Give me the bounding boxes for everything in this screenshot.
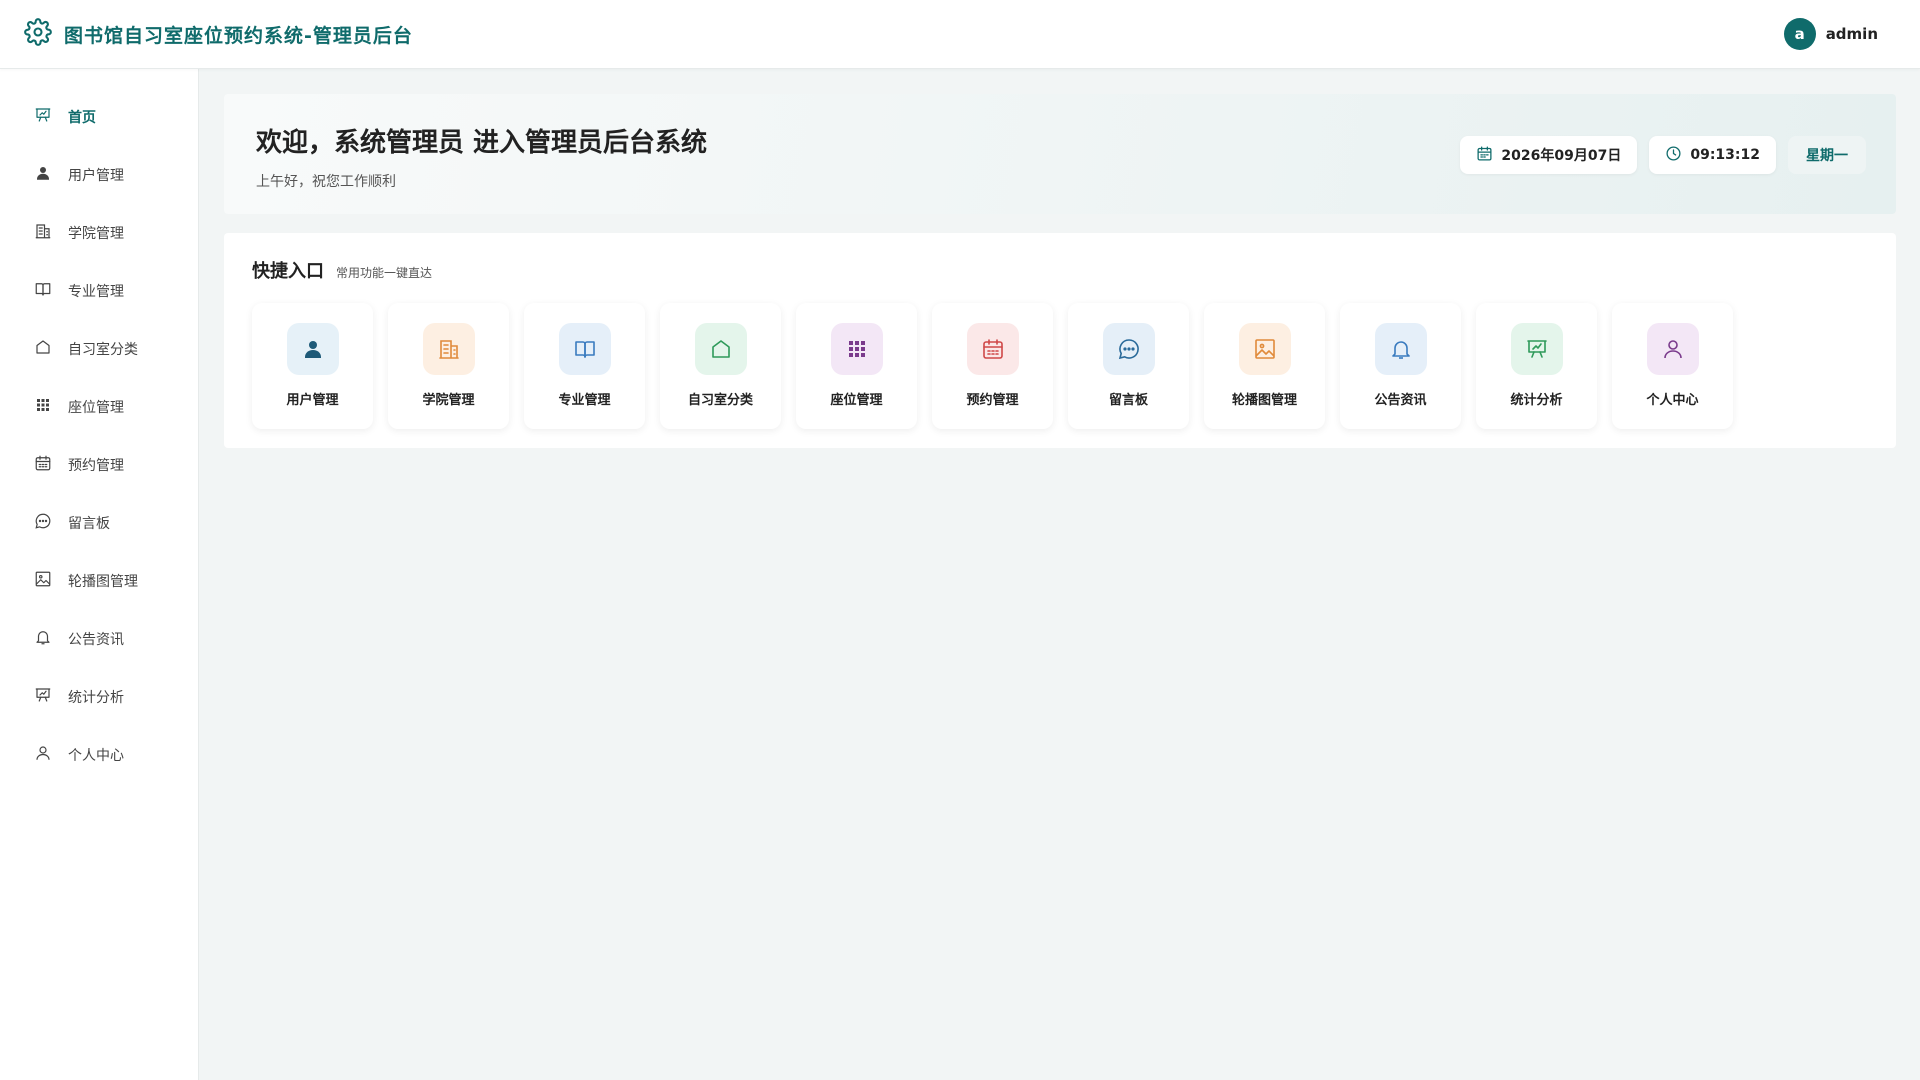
grid-icon — [830, 323, 883, 375]
quick-access-label: 座位管理 — [830, 393, 883, 408]
sidebar-item-label: 统计分析 — [68, 690, 124, 706]
sidebar-item[interactable]: 学院管理 — [0, 204, 198, 262]
time-text: 09:13:12 — [1690, 147, 1760, 163]
sidebar-item-label: 公告资讯 — [68, 632, 124, 648]
sidebar-item[interactable]: 留言板 — [0, 494, 198, 552]
home-icon — [694, 323, 747, 375]
username[interactable]: admin — [1826, 25, 1878, 43]
app-title: 图书馆自习室座位预约系统-管理员后台 — [64, 24, 413, 47]
sidebar-item[interactable]: 轮播图管理 — [0, 552, 198, 610]
brand: 图书馆自习室座位预约系统-管理员后台 — [24, 18, 413, 50]
image-icon — [34, 570, 52, 592]
avatar[interactable]: a — [1783, 18, 1816, 50]
welcome-banner: 欢迎，系统管理员 进入管理员后台系统 上午好，祝您工作顺利 2026年09月07… — [224, 94, 1896, 214]
quick-access-label: 预约管理 — [966, 393, 1019, 408]
welcome-subtitle: 上午好，祝您工作顺利 — [256, 174, 396, 190]
datetime-chips: 2026年09月07日 09:13:12 星期一 — [1460, 136, 1866, 174]
presentation-chart-icon — [1510, 323, 1563, 375]
user-icon — [34, 164, 52, 186]
sidebar-item[interactable]: 专业管理 — [0, 262, 198, 320]
person-outline-icon — [34, 744, 52, 766]
quick-access-title: 快捷入口 — [252, 261, 324, 282]
weekday-chip: 星期一 — [1788, 136, 1866, 174]
sidebar-item-label: 专业管理 — [68, 284, 124, 300]
user-menu[interactable]: a admin — [1783, 18, 1878, 50]
book-icon — [34, 280, 52, 302]
quick-access-card[interactable]: 自习室分类 — [660, 303, 781, 429]
calendar-icon — [34, 454, 52, 476]
quick-access-card[interactable]: 轮播图管理 — [1204, 303, 1325, 429]
quick-access-label: 统计分析 — [1510, 393, 1563, 408]
clock-icon — [1665, 145, 1690, 166]
chat-icon — [1102, 323, 1155, 375]
sidebar-item[interactable]: 公告资讯 — [0, 610, 198, 668]
sidebar-item[interactable]: 用户管理 — [0, 146, 198, 204]
quick-access-card[interactable]: 留言板 — [1068, 303, 1189, 429]
presentation-chart-icon — [34, 106, 52, 128]
quick-access-card[interactable]: 专业管理 — [524, 303, 645, 429]
building-icon — [422, 323, 475, 375]
date-text: 2026年09月07日 — [1501, 148, 1622, 164]
quick-access-label: 专业管理 — [558, 393, 611, 408]
sidebar-item-label: 轮播图管理 — [68, 574, 138, 590]
weekday-text: 星期一 — [1806, 148, 1848, 164]
bell-icon — [34, 628, 52, 650]
sidebar-item-label: 预约管理 — [68, 458, 124, 474]
building-icon — [34, 222, 52, 244]
quick-access-label: 用户管理 — [286, 393, 339, 408]
quick-access-subtitle: 常用功能一键直达 — [336, 266, 433, 280]
sidebar-item-label: 自习室分类 — [68, 342, 138, 358]
gear-icon[interactable] — [24, 18, 52, 50]
quick-access-label: 自习室分类 — [687, 393, 753, 408]
image-icon — [1238, 323, 1291, 375]
sidebar-item[interactable]: 预约管理 — [0, 436, 198, 494]
quick-access-card[interactable]: 用户管理 — [252, 303, 373, 429]
quick-access-card[interactable]: 统计分析 — [1476, 303, 1597, 429]
sidebar-item[interactable]: 自习室分类 — [0, 320, 198, 378]
quick-access-card[interactable]: 学院管理 — [388, 303, 509, 429]
sidebar-item-label: 个人中心 — [68, 748, 124, 764]
quick-access-card[interactable]: 公告资讯 — [1340, 303, 1461, 429]
sidebar-item-label: 座位管理 — [68, 400, 124, 416]
calendar-icon — [966, 323, 1019, 375]
quick-access-card[interactable]: 预约管理 — [932, 303, 1053, 429]
sidebar-item[interactable]: 座位管理 — [0, 378, 198, 436]
sidebar-item[interactable]: 首页 — [0, 88, 198, 146]
quick-access-panel: 快捷入口 常用功能一键直达 用户管理 学院管理 专业管理 自习室分类 座位管理 预约管理 留… — [224, 233, 1896, 448]
chat-icon — [34, 512, 52, 534]
time-chip: 09:13:12 — [1649, 136, 1776, 174]
calendar-icon — [1476, 145, 1501, 166]
grid-icon — [34, 396, 52, 418]
user-icon — [286, 323, 339, 375]
home-icon — [34, 338, 52, 360]
sidebar: 首页用户管理学院管理专业管理自习室分类座位管理预约管理留言板轮播图管理公告资讯统… — [0, 69, 199, 1080]
bell-icon — [1374, 323, 1427, 375]
book-icon — [558, 323, 611, 375]
quick-access-label: 公告资讯 — [1374, 393, 1427, 408]
sidebar-item-label: 留言板 — [68, 516, 110, 532]
presentation-chart-icon — [34, 686, 52, 708]
person-outline-icon — [1646, 323, 1699, 375]
sidebar-item-label: 学院管理 — [68, 226, 124, 242]
quick-access-label: 轮播图管理 — [1231, 393, 1297, 408]
quick-access-label: 留言板 — [1108, 393, 1148, 408]
quick-access-label: 学院管理 — [422, 393, 475, 408]
sidebar-item[interactable]: 个人中心 — [0, 726, 198, 784]
sidebar-item-label: 用户管理 — [68, 168, 124, 184]
quick-access-label: 个人中心 — [1646, 393, 1699, 408]
quick-access-card[interactable]: 个人中心 — [1612, 303, 1733, 429]
quick-access-grid: 用户管理 学院管理 专业管理 自习室分类 座位管理 预约管理 留言板 轮播图管理 公告资讯 统计分… — [252, 303, 1868, 429]
sidebar-item[interactable]: 统计分析 — [0, 668, 198, 726]
top-header: 图书馆自习室座位预约系统-管理员后台 a admin — [0, 0, 1920, 69]
sidebar-item-label: 首页 — [68, 110, 96, 126]
quick-access-card[interactable]: 座位管理 — [796, 303, 917, 429]
date-chip: 2026年09月07日 — [1460, 136, 1638, 174]
quick-access-header: 快捷入口 常用功能一键直达 — [252, 257, 1868, 283]
